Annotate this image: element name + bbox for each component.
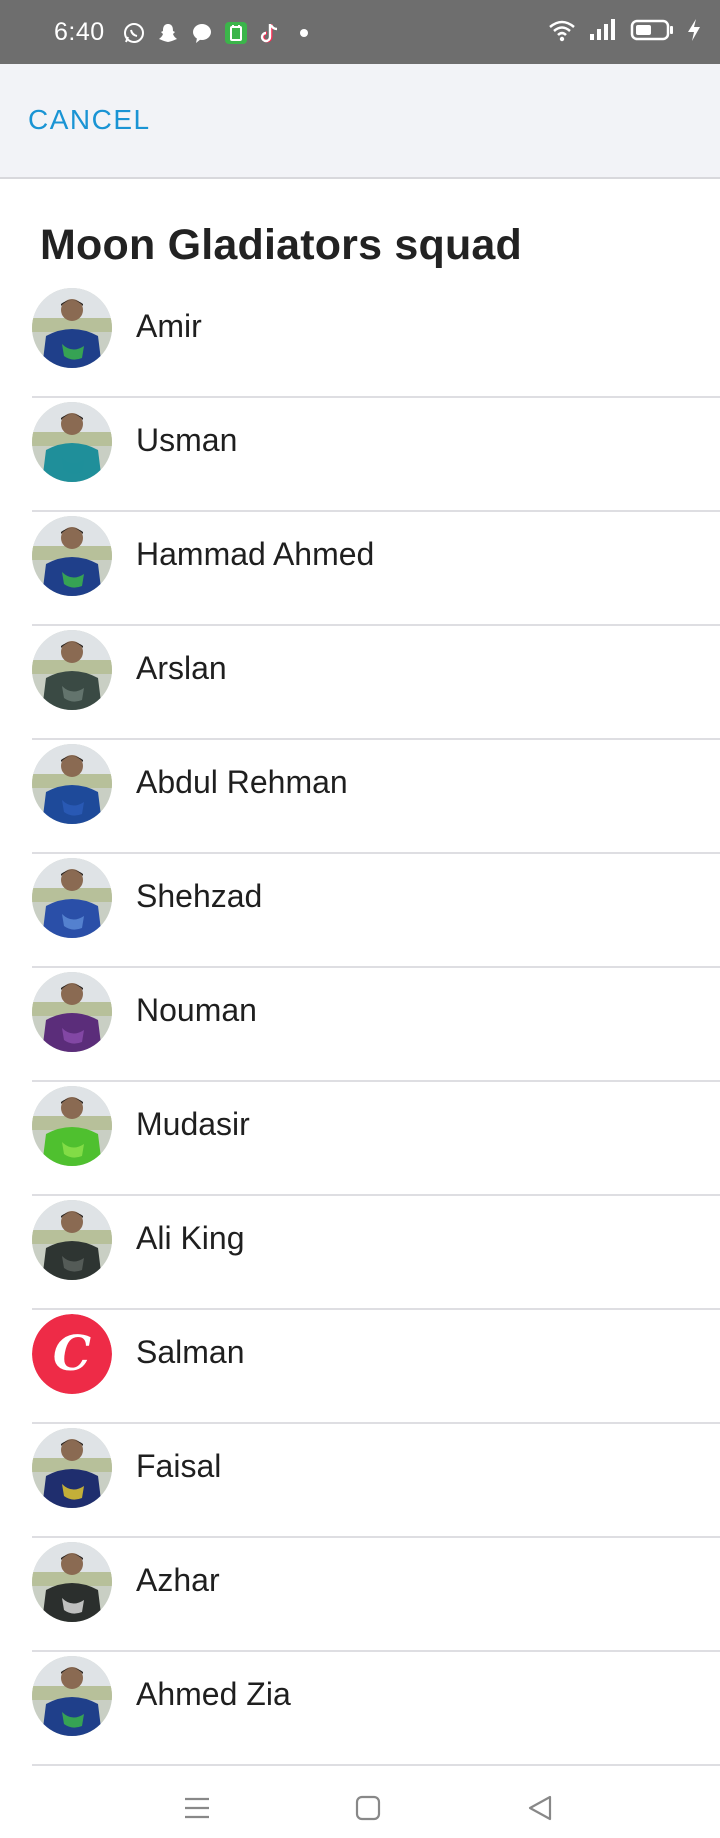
player-row[interactable]: Abdul Rehman	[32, 740, 720, 854]
player-name: Shehzad	[136, 878, 263, 914]
player-row[interactable]: Shehzad	[32, 854, 720, 968]
player-avatar	[32, 1656, 112, 1736]
status-time: 6:40	[54, 18, 105, 46]
app-icon	[224, 21, 248, 45]
player-name: Faisal	[136, 1448, 222, 1484]
player-avatar	[32, 1428, 112, 1508]
player-row[interactable]: Ahmed Zia	[32, 1652, 720, 1766]
player-avatar	[32, 288, 112, 368]
menu-icon[interactable]	[177, 1788, 217, 1828]
player-name: Ali King	[136, 1220, 245, 1256]
tiktok-icon	[258, 21, 282, 45]
messenger-icon	[190, 21, 214, 45]
player-row[interactable]: Amir	[32, 284, 720, 398]
home-icon[interactable]	[348, 1788, 388, 1828]
dot-icon	[292, 21, 316, 45]
status-bar: 6:40	[0, 0, 720, 64]
battery-icon	[630, 18, 674, 47]
player-row[interactable]: Azhar	[32, 1538, 720, 1652]
back-icon[interactable]	[520, 1788, 560, 1828]
top-bar: CANCEL	[0, 64, 720, 179]
player-avatar	[32, 1086, 112, 1166]
player-name: Abdul Rehman	[136, 764, 348, 800]
player-row[interactable]: Hammad Ahmed	[32, 512, 720, 626]
system-nav-bar	[0, 1778, 720, 1838]
page-title: Moon Gladiators squad	[40, 221, 523, 269]
player-avatar	[32, 1200, 112, 1280]
player-avatar	[32, 972, 112, 1052]
whatsapp-icon	[122, 21, 146, 45]
charging-icon	[686, 18, 702, 47]
player-avatar	[32, 744, 112, 824]
avatar-logo-letter: C	[53, 1326, 91, 1382]
player-name: Usman	[136, 422, 238, 458]
player-avatar: C	[32, 1314, 112, 1394]
player-row[interactable]: Faisal	[32, 1424, 720, 1538]
player-list: Amir Usman Hammad Ahmed Arslan Abdul Rehman S…	[0, 284, 720, 1766]
notification-icons	[122, 20, 316, 46]
snapchat-icon	[156, 21, 180, 45]
cancel-button[interactable]: CANCEL	[28, 100, 151, 140]
player-name: Arslan	[136, 650, 227, 686]
player-row[interactable]: Mudasir	[32, 1082, 720, 1196]
player-row[interactable]: Arslan	[32, 626, 720, 740]
player-avatar	[32, 630, 112, 710]
player-avatar	[32, 402, 112, 482]
player-avatar	[32, 858, 112, 938]
signal-icon	[588, 18, 618, 47]
player-row[interactable]: Nouman	[32, 968, 720, 1082]
player-row[interactable]: Usman	[32, 398, 720, 512]
player-name: Hammad Ahmed	[136, 536, 375, 572]
player-name: Salman	[136, 1334, 245, 1370]
system-icons	[548, 18, 702, 46]
player-name: Mudasir	[136, 1106, 250, 1142]
player-name: Ahmed Zia	[136, 1676, 291, 1712]
player-name: Azhar	[136, 1562, 220, 1598]
player-avatar	[32, 1542, 112, 1622]
player-name: Amir	[136, 308, 202, 344]
player-row[interactable]: Ali King	[32, 1196, 720, 1310]
player-avatar	[32, 516, 112, 596]
wifi-icon	[548, 18, 576, 47]
player-name: Nouman	[136, 992, 257, 1028]
player-row[interactable]: C Salman	[32, 1310, 720, 1424]
